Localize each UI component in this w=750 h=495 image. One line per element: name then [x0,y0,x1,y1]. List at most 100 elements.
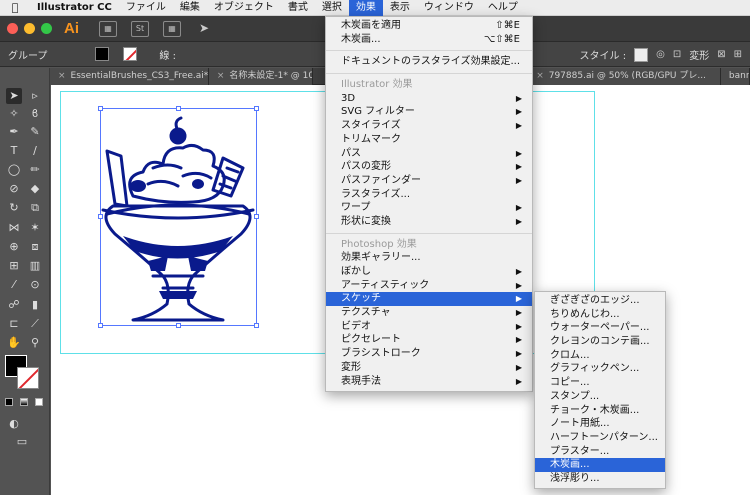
screen-mode-icon[interactable]: ▭ [14,434,30,450]
photoshop-effect-item[interactable]: 変形 ▶ [326,361,532,375]
color-mode-icon[interactable] [5,398,13,406]
eraser-tool-icon[interactable]: ◆ [27,181,43,197]
sketch-filter-item[interactable]: チョーク・木炭画... [535,404,665,418]
selection-bounding-box[interactable] [100,108,257,326]
artboard-tool-icon[interactable]: ⊏ [6,316,22,332]
apple-icon[interactable]:  [0,1,30,14]
sketch-filter-item[interactable]: 浅浮彫り... [535,472,665,486]
blob-brush-tool-icon[interactable]: ⊘ [6,181,22,197]
resize-handle[interactable] [254,323,259,328]
stroke-swatch[interactable] [123,47,138,61]
resize-handle[interactable] [254,106,259,111]
illustrator-effect-item[interactable]: スタイライズ ▶ [326,119,532,133]
line-tool-icon[interactable]: ∕ [27,143,43,159]
photoshop-effect-item[interactable]: ピクセレート ▶ [326,333,532,347]
scale-tool-icon[interactable]: ⧉ [27,200,43,216]
menu-help[interactable]: ヘルプ [481,0,525,16]
close-tab-icon[interactable]: × [536,71,544,81]
perspective-grid-tool-icon[interactable]: ⧈ [27,239,43,255]
illustrator-effect-item[interactable]: ワープ ▶ [326,201,532,215]
isolate-icon[interactable]: ⊞ [734,49,742,60]
selection-tool-icon[interactable]: ➤ [6,88,22,104]
menu-effect[interactable]: 効果 [348,0,383,16]
menu-app-name[interactable]: Illustrator CC [30,0,119,16]
close-tab-icon[interactable]: × [217,71,225,81]
zoom-window-button[interactable] [41,23,52,34]
menu-object[interactable]: オブジェクト [207,0,281,16]
photoshop-effect-item[interactable]: ぼかし ▶ [326,265,532,279]
mesh-tool-icon[interactable]: ⊞ [6,258,22,274]
resize-handle[interactable] [98,323,103,328]
sketch-filter-item[interactable]: ウォーターペーパー... [535,321,665,335]
send-icon[interactable]: ➤ [195,21,213,37]
tab-document-4[interactable]: banne [720,67,750,85]
illustrator-effect-item[interactable]: SVG フィルター ▶ [326,105,532,119]
globe-icon[interactable]: ◎ [656,49,665,60]
stock-icon[interactable]: St [131,20,149,37]
shape-builder-tool-icon[interactable]: ⊕ [6,239,22,255]
minimize-window-button[interactable] [24,23,35,34]
draw-mode-icon[interactable]: ◐ [6,416,22,432]
resize-handle[interactable] [176,106,181,111]
align-icon[interactable]: ⊡ [673,49,681,60]
arrange-objects-icon[interactable]: ⊠ [717,49,725,60]
tab-document-3[interactable]: × 797885.ai @ 50% (RGB/GPU プレ... [528,67,721,85]
puppet-warp-tool-icon[interactable]: ✶ [27,220,43,236]
type-tool-icon[interactable]: T [6,143,22,159]
sketch-filter-item[interactable]: クレヨンのコンテ画... [535,335,665,349]
curvature-tool-icon[interactable]: ✎ [27,124,43,140]
magic-wand-tool-icon[interactable]: ✧ [6,106,22,122]
close-window-button[interactable] [7,23,18,34]
resize-handle[interactable] [254,214,259,219]
resize-handle[interactable] [98,214,103,219]
photoshop-effect-item[interactable]: アーティスティック ▶ [326,279,532,293]
width-tool-icon[interactable]: ⋈ [6,220,22,236]
illustrator-effect-item[interactable]: トリムマーク [326,133,532,147]
fill-swatch[interactable] [95,47,110,61]
stroke-color-box[interactable] [17,367,39,389]
photoshop-effect-item[interactable]: 効果ギャラリー... [326,251,532,265]
none-mode-icon[interactable] [35,398,43,406]
lasso-tool-icon[interactable]: ϐ [27,106,43,122]
sketch-filter-item[interactable]: プラスター... [535,445,665,459]
resize-handle[interactable] [98,106,103,111]
style-swatch[interactable] [634,47,649,62]
illustrator-effect-item[interactable]: パスの変形 ▶ [326,160,532,174]
photoshop-effect-item[interactable]: ビデオ ▶ [326,320,532,334]
photoshop-effect-item[interactable]: 表現手法 ▶ [326,375,532,389]
sketch-filter-item[interactable]: 木炭画... [535,458,665,472]
slice-tool-icon[interactable]: ⟋ [27,316,43,332]
menu-edit[interactable]: 編集 [173,0,207,16]
illustrator-effect-item[interactable]: パスファインダー ▶ [326,174,532,188]
close-tab-icon[interactable]: × [58,71,66,81]
rotate-tool-icon[interactable]: ↻ [6,200,22,216]
arrange-icon[interactable]: ▦ [163,20,181,37]
direct-selection-tool-icon[interactable]: ▹ [27,88,43,104]
sketch-filter-item[interactable]: グラフィックペン... [535,362,665,376]
bridge-icon[interactable]: ▦ [99,20,117,37]
blend-tool-icon[interactable]: ⊙ [27,277,43,293]
eyedropper-tool-icon[interactable]: ⁄ [6,277,22,293]
photoshop-effect-item[interactable]: スケッチ ▶ [326,292,532,307]
ellipse-tool-icon[interactable]: ◯ [6,162,22,178]
sketch-filter-item[interactable]: コピー... [535,376,665,390]
photoshop-effect-item[interactable]: ブラシストローク ▶ [326,347,532,361]
menu-file[interactable]: ファイル [119,0,173,16]
photoshop-effect-item[interactable]: テクスチャ ▶ [326,306,532,320]
pencil-tool-icon[interactable]: ✏ [27,162,43,178]
illustrator-effect-item[interactable]: 3D ▶ [326,92,532,106]
sketch-filter-item[interactable]: ハーフトーンパターン... [535,431,665,445]
sketch-filter-item[interactable]: ちりめんじわ... [535,308,665,322]
menu-window[interactable]: ウィンドウ [417,0,481,16]
sketch-filter-item[interactable]: スタンプ... [535,390,665,404]
sketch-filter-item[interactable]: ノート用紙... [535,417,665,431]
transform-label[interactable]: 変形 [689,47,709,62]
sketch-filter-item[interactable]: クロム... [535,349,665,363]
apply-last-effect-item[interactable]: 木炭画を適用 ⇧⌘E [326,19,532,33]
tab-document-1[interactable]: × EssentialBrushes_CS3_Free.ai* @ ... [50,67,209,85]
gradient-tool-icon[interactable]: ▥ [27,258,43,274]
graph-tool-icon[interactable]: ▮ [27,297,43,313]
menu-view[interactable]: 表示 [383,0,417,16]
illustrator-effect-item[interactable]: パス ▶ [326,147,532,161]
tab-document-2[interactable]: × 名称未設定-1* @ 100% ... [208,67,314,85]
